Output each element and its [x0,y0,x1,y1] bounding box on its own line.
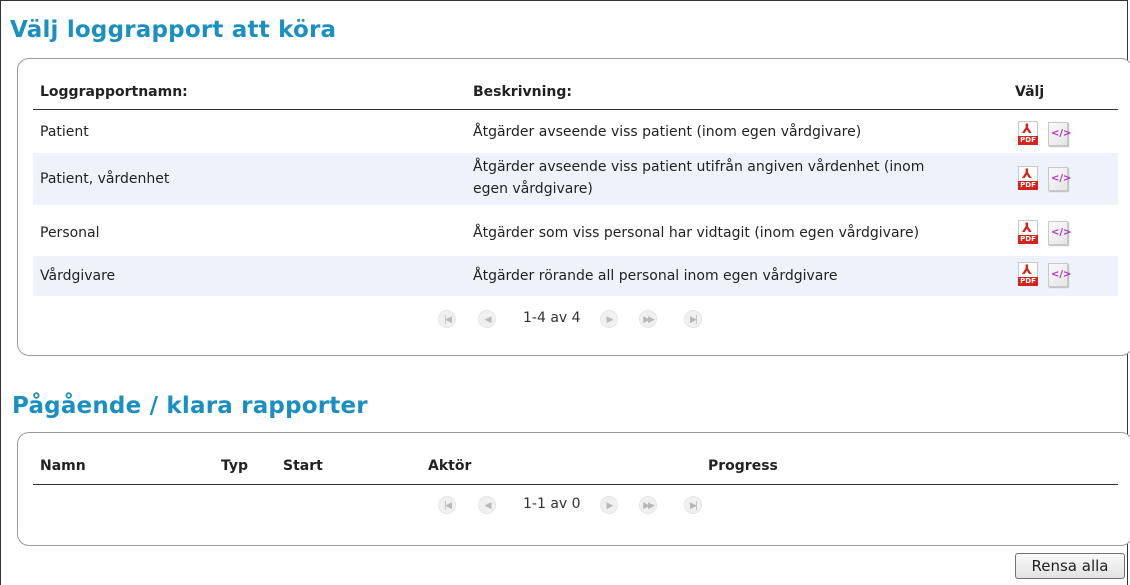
report-selection-title: Välj loggrapport att köra [10,17,337,43]
column-header-description: Beskrivning: [473,84,572,100]
table-row: Patient, vårdenhet Åtgärder avseende vis… [33,153,1118,205]
xml-icon[interactable]: </> [1048,263,1071,287]
first-page-icon[interactable]: |◀ [438,496,456,514]
column-header-start: Start [283,458,323,474]
report-name: Vårdgivare [40,268,116,284]
column-header-report-name: Loggrapportnamn: [40,84,188,100]
running-reports-title: Pågående / klara rapporter [12,393,368,419]
pdf-icon[interactable]: ⅄ PDF [1018,121,1040,145]
report-description: Åtgärder rörande all personal inom egen … [473,268,838,284]
pdf-icon[interactable]: ⅄ PDF [1018,220,1040,244]
xml-icon[interactable]: </> [1048,167,1071,191]
running-reports-panel: Namn Typ Start Aktör Progress |◀ ◀ 1-1 a… [17,432,1130,546]
clear-all-button[interactable]: Rensa alla [1015,553,1125,579]
pager-info: 1-4 av 4 [523,310,581,326]
column-header-name: Namn [40,458,86,474]
column-header-select: Välj [1015,84,1045,100]
report-description-continued: egen vårdgivare) [473,181,593,197]
previous-page-icon[interactable]: ◀ [478,310,496,328]
column-header-progress: Progress [708,458,778,474]
pager-info: 1-1 av 0 [523,496,581,512]
report-description: Åtgärder som viss personal har vidtagit … [473,225,920,241]
table-row: Vårdgivare Åtgärder rörande all personal… [33,256,1118,296]
header-divider [33,109,1118,110]
report-name: Personal [40,225,100,241]
column-header-actor: Aktör [428,458,472,474]
report-name: Patient [40,124,89,140]
fast-forward-icon[interactable]: ▶▶ [639,310,657,328]
pdf-icon[interactable]: ⅄ PDF [1018,166,1040,190]
table-row: Personal Åtgärder som viss personal har … [33,215,1118,255]
next-page-icon[interactable]: ▶ [600,310,618,328]
first-page-icon[interactable]: |◀ [438,310,456,328]
table-row: Patient Åtgärder avseende viss patient (… [33,112,1118,152]
report-description: Åtgärder avseende viss patient utifrån a… [473,159,925,175]
column-header-type: Typ [221,458,249,474]
xml-icon[interactable]: </> [1048,122,1071,146]
header-divider [33,484,1118,485]
report-description: Åtgärder avseende viss patient (inom ege… [473,124,862,140]
fast-forward-icon[interactable]: ▶▶ [639,496,657,514]
running-reports-pager: |◀ ◀ 1-1 av 0 ▶ ▶▶ ▶| [438,495,738,515]
report-selection-panel: Loggrapportnamn: Beskrivning: Välj Patie… [17,58,1130,356]
previous-page-icon[interactable]: ◀ [478,496,496,514]
last-page-icon[interactable]: ▶| [684,310,702,328]
report-name: Patient, vårdenhet [40,171,170,187]
next-page-icon[interactable]: ▶ [600,496,618,514]
pdf-icon[interactable]: ⅄ PDF [1018,262,1040,286]
report-pager: |◀ ◀ 1-4 av 4 ▶ ▶▶ ▶| [438,309,738,329]
xml-icon[interactable]: </> [1048,221,1071,245]
last-page-icon[interactable]: ▶| [684,496,702,514]
